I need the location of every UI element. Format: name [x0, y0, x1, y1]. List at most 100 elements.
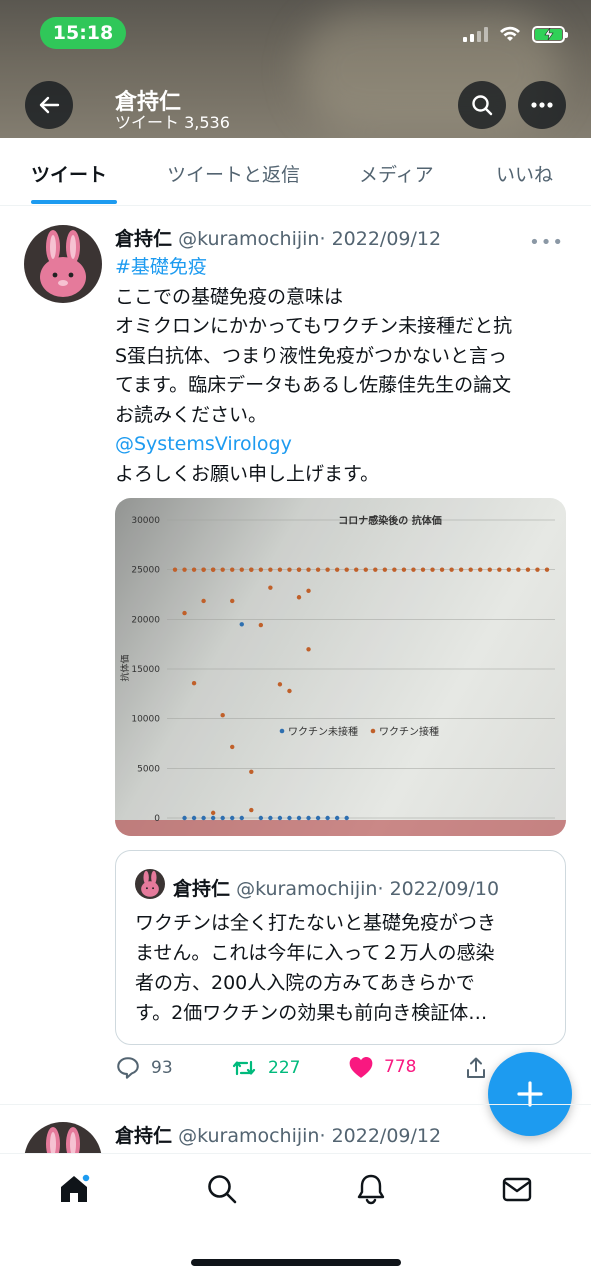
retweet-button[interactable]: 227	[230, 1055, 300, 1081]
tweet-more-icon[interactable]: •••	[529, 232, 564, 253]
data-point-vaccinated	[373, 567, 378, 572]
y-tick-label: 0	[154, 814, 160, 824]
y-tick-label: 10000	[131, 715, 160, 725]
author-name[interactable]: 倉持仁	[115, 228, 172, 250]
tweet-line: ここでの基礎免疫の意味は	[115, 285, 344, 308]
data-point-vaccinated	[210, 810, 216, 816]
mention-link[interactable]: @SystemsVirology	[115, 430, 575, 460]
data-point-vaccinated	[258, 622, 264, 628]
tweet-count: ツイート 3,536	[115, 113, 230, 132]
compose-tweet-button[interactable]	[488, 1052, 572, 1136]
y-tick-label: 15000	[131, 665, 160, 675]
tweet-divider	[0, 1104, 591, 1105]
avatar[interactable]	[24, 225, 102, 303]
author-handle[interactable]: @kuramochijin	[178, 1125, 319, 1147]
nav-notifications[interactable]	[354, 1172, 388, 1206]
rabbit-avatar-icon	[141, 870, 159, 897]
search-button[interactable]	[458, 81, 506, 129]
author-handle[interactable]: @kuramochijin	[178, 228, 319, 250]
arrow-left-icon	[39, 96, 60, 114]
data-point-unvaccinated	[258, 815, 264, 821]
tab-media[interactable]: メディア	[359, 160, 434, 187]
tweet-line: S蛋白抗体、つまり液性免疫がつかないと言っ	[115, 344, 508, 367]
data-point-vaccinated	[296, 595, 302, 600]
author-name[interactable]: 倉持仁	[115, 1125, 172, 1147]
data-point-unvaccinated	[239, 815, 244, 821]
quoted-line: 者の方、200人入院の方みてあきらかで	[135, 972, 475, 994]
home-icon	[61, 1173, 91, 1202]
data-point-vaccinated	[468, 567, 473, 572]
data-point-vaccinated	[497, 567, 502, 572]
reply-button[interactable]: 93	[115, 1055, 173, 1081]
nav-explore[interactable]	[205, 1172, 239, 1206]
data-point-vaccinated	[506, 567, 512, 572]
legend-unvaccinated: ワクチン未接種	[288, 725, 358, 738]
data-point-vaccinated	[420, 567, 426, 572]
home-indicator	[191, 1259, 401, 1266]
data-point-vaccinated	[306, 567, 311, 572]
chart-ylabel: 抗体価	[119, 654, 131, 681]
share-icon	[467, 1057, 485, 1078]
quoted-author-name: 倉持仁	[173, 878, 231, 900]
data-point-vaccinated	[239, 567, 244, 572]
quoted-line: ワクチンは全く打たないと基礎免疫がつき	[135, 912, 497, 934]
back-button[interactable]	[25, 81, 73, 129]
quoted-date: · 2022/09/10	[377, 878, 500, 900]
retweet-count: 227	[268, 1058, 301, 1078]
data-point-vaccinated	[220, 713, 225, 718]
quoted-tweet[interactable]: 倉持仁 @kuramochijin· 2022/09/10 ワクチンは全く打たな…	[115, 850, 566, 1045]
tab-tweets[interactable]: ツイート	[31, 160, 107, 187]
data-point-vaccinated	[210, 567, 216, 572]
data-point-vaccinated	[516, 567, 521, 572]
data-point-vaccinated	[182, 610, 187, 616]
tweet-header: 倉持仁 @kuramochijin· 2022/09/12	[115, 224, 441, 251]
data-point-vaccinated	[306, 647, 311, 652]
share-button[interactable]	[464, 1055, 488, 1081]
heart-icon	[349, 1057, 373, 1078]
tweet-date: · 2022/09/12	[319, 228, 442, 250]
data-point-vaccinated	[277, 682, 283, 687]
data-point-unvaccinated	[287, 815, 292, 821]
nav-home[interactable]	[57, 1172, 91, 1206]
hashtag-link[interactable]: #基礎免疫	[115, 253, 575, 283]
quoted-line: ません。これは今年に入って２万人の感染	[135, 942, 495, 964]
data-point-unvaccinated	[296, 815, 302, 821]
data-point-vaccinated	[334, 567, 340, 572]
data-point-vaccinated	[315, 567, 321, 572]
data-point-vaccinated	[230, 744, 235, 750]
data-point-vaccinated	[277, 567, 283, 572]
more-button[interactable]	[518, 81, 566, 129]
tweet-text: #基礎免疫 ここでの基礎免疫の意味は オミクロンにかかってもワクチン未接種だと抗…	[115, 253, 575, 489]
data-point-unvaccinated	[239, 622, 244, 627]
data-point-vaccinated	[544, 567, 550, 572]
data-point-unvaccinated	[210, 815, 216, 821]
data-point-vaccinated	[487, 567, 492, 572]
data-point-vaccinated	[344, 567, 349, 572]
wifi-icon	[500, 26, 520, 41]
data-point-vaccinated	[478, 567, 483, 572]
tab-tweets-and-replies[interactable]: ツイートと返信	[167, 160, 300, 187]
data-point-vaccinated	[268, 585, 273, 590]
next-tweet-header: 倉持仁 @kuramochijin· 2022/09/12	[115, 1121, 441, 1148]
data-point-unvaccinated	[268, 815, 273, 821]
search-icon	[208, 1175, 237, 1204]
data-point-unvaccinated	[277, 815, 283, 821]
data-point-unvaccinated	[306, 815, 311, 821]
status-icons	[463, 25, 568, 43]
tab-likes[interactable]: いいね	[496, 160, 553, 187]
tweet-media-photo[interactable]: 0 5000 10000 15000 20000 25000 30000 コロナ感染後の 抗…	[115, 498, 566, 836]
nav-messages[interactable]	[500, 1172, 534, 1206]
reply-icon	[117, 1057, 139, 1079]
antibody-chart: 0 5000 10000 15000 20000 25000 30000 コロナ感染後の 抗…	[115, 498, 566, 836]
data-point-vaccinated	[287, 567, 292, 572]
quoted-header: 倉持仁 @kuramochijin· 2022/09/10	[173, 874, 499, 901]
more-icon	[531, 102, 553, 108]
data-point-vaccinated	[258, 567, 264, 572]
profile-header: 15:18 倉持仁 ツイート 3,536	[0, 0, 591, 138]
data-point-vaccinated	[249, 769, 254, 774]
data-point-unvaccinated	[334, 815, 340, 821]
chart-title: コロナ感染後の 抗体価	[338, 514, 441, 527]
data-point-vaccinated	[230, 567, 235, 572]
like-button[interactable]: 778	[348, 1055, 416, 1079]
data-point-vaccinated	[458, 567, 464, 572]
